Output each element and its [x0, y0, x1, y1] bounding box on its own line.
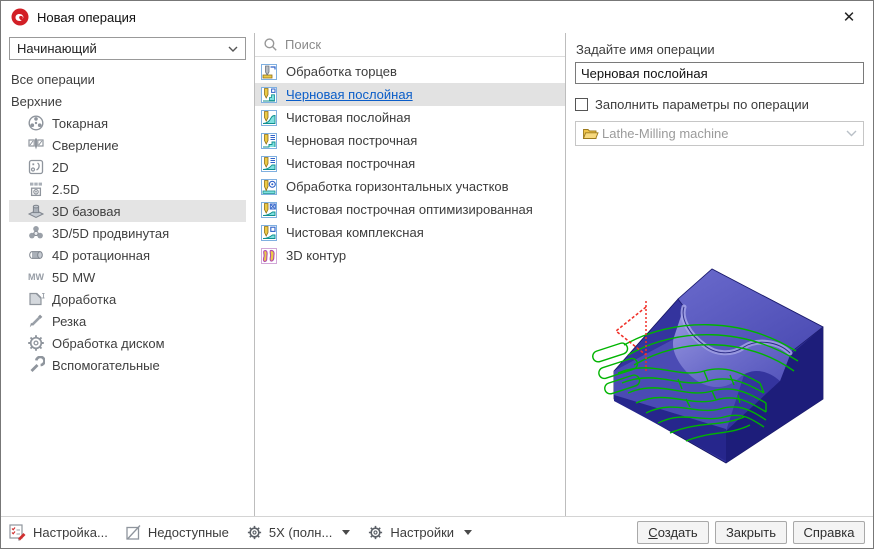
category-item-3d-base[interactable]: 3D базовая — [9, 200, 246, 222]
operation-item-finishing-waterline[interactable]: Чистовая послойная — [255, 106, 565, 129]
operation-item-finishing-plane[interactable]: Чистовая построчная — [255, 152, 565, 175]
footer-bar: Настройка... Недоступные 5X (полн... Нас… — [1, 516, 873, 548]
category-item-3d-5d-advanced[interactable]: 3D/5D продвинутая — [9, 222, 246, 244]
chevron-down-icon — [228, 46, 238, 52]
category-item-drilling[interactable]: Сверление — [9, 134, 246, 156]
search-input[interactable] — [285, 37, 557, 52]
settings-dropdown[interactable]: Настройки — [367, 524, 472, 541]
create-button[interactable]: Создать — [637, 521, 709, 544]
operation-preview — [590, 255, 838, 473]
close-button[interactable]: Закрыть — [715, 521, 787, 544]
auxiliary-wrench-icon — [27, 356, 45, 374]
disk-machining-icon — [27, 334, 45, 352]
fill-parameters-checkbox[interactable] — [575, 98, 588, 111]
machine-dropdown-value: Lathe-Milling machine — [602, 126, 728, 141]
category-list: Все операции Верхние Токарная Сверление — [9, 68, 246, 376]
gear-icon — [246, 524, 263, 541]
3d-contour-icon — [261, 248, 277, 264]
lathe-chuck-icon — [27, 114, 45, 132]
settings-tool[interactable]: Настройка... — [9, 524, 108, 541]
search-icon — [263, 37, 278, 52]
finishing-plane-icon — [261, 156, 277, 172]
chevron-down-icon[interactable] — [342, 530, 350, 535]
category-group-all[interactable]: Все операции — [9, 68, 246, 90]
3d-base-icon — [27, 202, 45, 220]
fill-parameters-row: Заполнить параметры по операции — [575, 97, 864, 112]
horizontal-areas-icon — [261, 179, 277, 195]
category-item-5d-mw[interactable]: MW 5D MW — [9, 266, 246, 288]
new-operation-dialog: Новая операция ✕ Начинающий Все операции… — [0, 0, 874, 549]
category-group-top[interactable]: Верхние — [9, 90, 246, 112]
skill-level-value: Начинающий — [17, 41, 97, 56]
unavailable-tool[interactable]: Недоступные — [125, 524, 229, 541]
folder-icon — [582, 126, 599, 141]
operation-item-finishing-complex[interactable]: Чистовая комплексная — [255, 221, 565, 244]
operation-item-horizontal-areas[interactable]: Обработка горизонтальных участков — [255, 175, 565, 198]
setup-checklist-icon — [9, 524, 27, 541]
category-item-lathe[interactable]: Токарная — [9, 112, 246, 134]
mw-icon: MW — [27, 268, 45, 286]
operation-name-input[interactable] — [575, 62, 864, 84]
category-item-disk-machining[interactable]: Обработка диском — [9, 332, 246, 354]
unavailable-icon — [125, 524, 142, 541]
2d-machining-icon — [27, 158, 45, 176]
category-panel: Начинающий Все операции Верхние Токарная — [1, 33, 254, 516]
rotary-cylinder-icon — [27, 246, 45, 264]
search-bar — [255, 33, 565, 57]
rest-machining-icon — [27, 290, 45, 308]
title-bar: Новая операция ✕ — [1, 1, 873, 33]
chevron-down-icon — [846, 130, 857, 137]
skill-level-dropdown[interactable]: Начинающий — [9, 37, 246, 60]
operation-list: Обработка торцев Черновая послойная Чист… — [255, 60, 565, 267]
operation-name-label: Задайте имя операции — [576, 42, 863, 57]
machine-dropdown[interactable]: Lathe-Milling machine — [575, 121, 864, 146]
category-item-cutting[interactable]: Резка — [9, 310, 246, 332]
fill-parameters-label: Заполнить параметры по операции — [595, 97, 809, 112]
drilling-icon — [27, 136, 45, 154]
roughing-waterline-icon — [261, 87, 277, 103]
roughing-plane-icon — [261, 133, 277, 149]
category-item-4d-rotary[interactable]: 4D ротационная — [9, 244, 246, 266]
sprutcam-logo-icon — [11, 8, 29, 26]
operation-item-roughing-waterline[interactable]: Черновая послойная — [255, 83, 565, 106]
operation-item-roughing-plane[interactable]: Черновая построчная — [255, 129, 565, 152]
operation-settings-panel: Задайте имя операции Заполнить параметры… — [566, 33, 873, 516]
2-5d-machining-icon — [27, 180, 45, 198]
operation-item-3d-contour[interactable]: 3D контур — [255, 244, 565, 267]
impeller-icon — [27, 224, 45, 242]
chevron-down-icon[interactable] — [464, 530, 472, 535]
help-button[interactable]: Справка — [793, 521, 865, 544]
operation-item-face-milling[interactable]: Обработка торцев — [255, 60, 565, 83]
cutting-icon — [27, 312, 45, 330]
category-item-auxiliary[interactable]: Вспомогательные — [9, 354, 246, 376]
finishing-complex-icon — [261, 225, 277, 241]
model-preview-image — [590, 255, 838, 473]
category-item-2d[interactable]: 2D — [9, 156, 246, 178]
gear-icon — [367, 524, 384, 541]
operation-item-optimized-plane[interactable]: Чистовая построчная оптимизированная — [255, 198, 565, 221]
category-item-rest-machining[interactable]: Доработка — [9, 288, 246, 310]
machining-mode-dropdown[interactable]: 5X (полн... — [246, 524, 350, 541]
dialog-title: Новая операция — [37, 10, 136, 25]
optimized-plane-icon — [261, 202, 277, 218]
finishing-waterline-icon — [261, 110, 277, 126]
close-icon[interactable]: ✕ — [835, 5, 863, 29]
face-milling-icon — [261, 64, 277, 80]
operation-panel: Обработка торцев Черновая послойная Чист… — [254, 33, 566, 516]
dialog-buttons: Создать Закрыть Справка — [637, 521, 865, 544]
category-item-2-5d[interactable]: 2.5D — [9, 178, 246, 200]
dialog-content: Начинающий Все операции Верхние Токарная — [1, 33, 873, 516]
